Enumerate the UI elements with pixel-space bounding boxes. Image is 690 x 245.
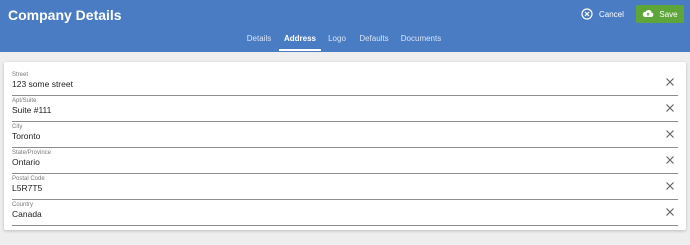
apt-suite-field[interactable]: Apt/Suite Suite #111 [12,98,678,122]
clear-icon[interactable] [665,207,675,217]
tab-documents[interactable]: Documents [397,30,445,50]
tab-defaults[interactable]: Defaults [354,30,394,50]
address-form: Street 123 some street Apt/Suite Suite #… [4,62,686,230]
tab-logo[interactable]: Logo [323,30,351,50]
state-province-value[interactable]: Ontario [12,157,40,167]
tab-bar: Details Address Logo Defaults Documents [0,30,690,52]
postal-code-field[interactable]: Postal Code L5R7T5 [12,176,678,200]
clear-icon[interactable] [665,103,675,113]
street-value[interactable]: 123 some street [12,79,73,89]
page-title: Company Details [8,7,122,23]
apt-suite-value[interactable]: Suite #111 [12,105,51,115]
state-province-field[interactable]: State/Province Ontario [12,150,678,174]
app-header: Company Details Cancel Save Details Addr… [0,0,690,52]
country-label: Country [12,202,34,208]
city-label: City [12,124,23,130]
clear-icon[interactable] [665,181,675,191]
cloud-upload-icon [642,9,654,20]
apt-suite-label: Apt/Suite [12,98,37,104]
city-value[interactable]: Toronto [12,131,40,141]
clear-icon[interactable] [665,77,675,87]
city-field[interactable]: City Toronto [12,124,678,148]
clear-icon[interactable] [665,129,675,139]
active-tab-indicator [279,49,321,51]
postal-code-label: Postal Code [12,176,45,182]
country-value[interactable]: Canada [12,209,42,219]
country-field[interactable]: Country Canada [12,202,678,226]
cancel-button[interactable]: Cancel [581,4,624,24]
clear-icon[interactable] [665,155,675,165]
postal-code-value[interactable]: L5R7T5 [12,183,42,193]
save-button[interactable]: Save [636,5,684,23]
close-circle-icon [581,8,593,20]
tab-address[interactable]: Address [279,30,321,50]
state-province-label: State/Province [12,150,52,156]
save-label: Save [659,9,678,19]
cancel-label: Cancel [599,9,624,19]
street-label: Street [12,72,29,78]
street-field[interactable]: Street 123 some street [12,72,678,96]
tab-details[interactable]: Details [240,30,278,50]
